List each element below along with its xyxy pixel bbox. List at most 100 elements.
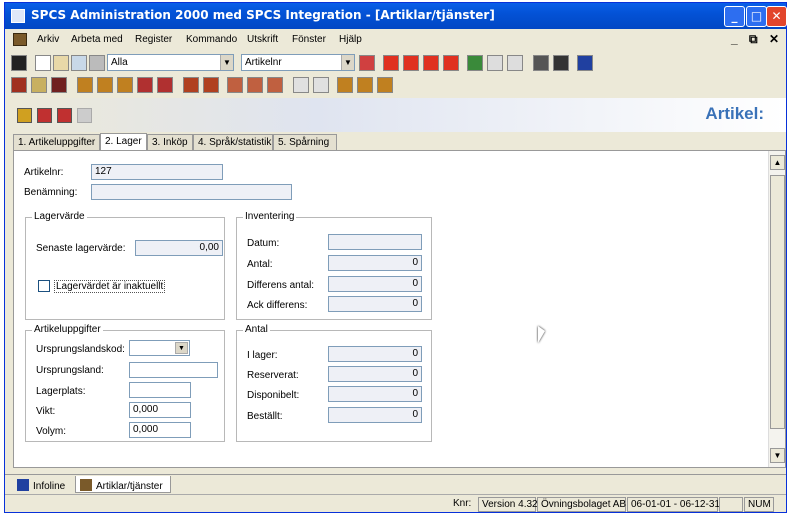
save-icon[interactable] bbox=[553, 55, 569, 71]
senaste-lagervarde-field[interactable]: 0,00 bbox=[135, 240, 223, 256]
copy-icon[interactable] bbox=[71, 55, 87, 71]
volym-field[interactable]: 0,000 bbox=[129, 422, 191, 438]
artikelnr-field[interactable]: 127 bbox=[91, 164, 223, 180]
calendar-icon[interactable] bbox=[31, 77, 47, 93]
tab-artikeluppgifter[interactable]: 1. Artikeluppgifter bbox=[13, 134, 100, 150]
artikeluppgifter-group: Artikeluppgifter Ursprungslandskod: ▼ Ur… bbox=[25, 324, 225, 442]
inventering-antal-field[interactable]: 0 bbox=[328, 255, 422, 271]
ilager-label: I lager: bbox=[247, 350, 278, 361]
tab-lager[interactable]: 2. Lager bbox=[100, 133, 147, 151]
datum-field[interactable] bbox=[328, 234, 422, 250]
bestallt-label: Beställt: bbox=[247, 411, 283, 422]
maximize-button[interactable]: □ bbox=[746, 6, 767, 27]
reserverat-field[interactable]: 0 bbox=[328, 366, 422, 382]
disponibelt-field[interactable]: 0 bbox=[328, 386, 422, 402]
stock-icon[interactable] bbox=[157, 77, 173, 93]
close-button[interactable]: ✕ bbox=[766, 6, 787, 27]
chevron-down-icon[interactable]: ▼ bbox=[220, 55, 233, 70]
scroll-thumb[interactable] bbox=[770, 175, 785, 429]
confirm-icon[interactable] bbox=[487, 55, 503, 71]
print-icon[interactable] bbox=[533, 55, 549, 71]
inventering-antal-label: Antal: bbox=[247, 259, 273, 270]
ledger-icon[interactable] bbox=[203, 77, 219, 93]
scroll-up-icon[interactable]: ▲ bbox=[770, 155, 785, 170]
transfer-icon[interactable] bbox=[247, 77, 263, 93]
bestallt-field[interactable]: 0 bbox=[328, 407, 422, 423]
title-bar[interactable]: SPCS Administration 2000 med SPCS Integr… bbox=[5, 3, 787, 29]
menu-arkiv[interactable]: Arkiv bbox=[37, 34, 59, 45]
tab-inkop[interactable]: 3. Inköp bbox=[147, 134, 193, 150]
doc-restore-button[interactable]: ⧉ bbox=[749, 32, 758, 47]
minimize-button[interactable]: _ bbox=[724, 6, 745, 27]
new-article-icon[interactable] bbox=[17, 108, 32, 123]
lagerplats-field[interactable] bbox=[129, 382, 191, 398]
remove-article-icon[interactable] bbox=[57, 108, 72, 123]
report-icon[interactable] bbox=[227, 77, 243, 93]
search-icon[interactable] bbox=[359, 55, 375, 71]
ursprungsland-label: Ursprungsland: bbox=[36, 365, 104, 376]
new-icon[interactable] bbox=[35, 55, 51, 71]
payment-icon[interactable] bbox=[183, 77, 199, 93]
ilager-field[interactable]: 0 bbox=[328, 346, 422, 362]
chevron-down-icon[interactable]: ▼ bbox=[175, 342, 188, 354]
document-icon[interactable] bbox=[267, 77, 283, 93]
inventering-group: Inventering Datum: Antal: 0 Differens an… bbox=[236, 211, 432, 320]
menu-utskrift[interactable]: Utskrift bbox=[247, 34, 278, 45]
article-icon[interactable] bbox=[137, 77, 153, 93]
lagervardet-inaktuellt-label[interactable]: Lagervärdet är inaktuellt bbox=[54, 280, 166, 293]
archive-icon[interactable] bbox=[377, 77, 393, 93]
list-view-icon[interactable] bbox=[11, 55, 27, 71]
doc-tab-infoline[interactable]: Infoline bbox=[13, 476, 73, 493]
doc-minimize-button[interactable]: _ bbox=[731, 32, 738, 46]
undo-icon[interactable] bbox=[467, 55, 483, 71]
next-record-icon[interactable] bbox=[423, 55, 439, 71]
settings-icon[interactable] bbox=[293, 77, 309, 93]
filter-combo[interactable]: Alla ▼ bbox=[107, 54, 234, 71]
previous-record-icon[interactable] bbox=[403, 55, 419, 71]
chevron-down-icon[interactable]: ▼ bbox=[341, 55, 354, 70]
form-banner: Artikel: bbox=[5, 98, 786, 132]
lagervardet-inaktuellt-checkbox[interactable] bbox=[38, 280, 50, 292]
edit-article-icon[interactable] bbox=[37, 108, 52, 123]
menu-fonster[interactable]: Fönster bbox=[292, 34, 326, 45]
document-menu-icon[interactable] bbox=[13, 33, 27, 46]
form-icon[interactable] bbox=[53, 55, 69, 71]
menu-hjalp[interactable]: Hjälp bbox=[339, 34, 362, 45]
menu-register[interactable]: Register bbox=[135, 34, 172, 45]
tab-sprak-statistik[interactable]: 4. Språk/statistik bbox=[193, 134, 273, 150]
order-icon[interactable] bbox=[97, 77, 113, 93]
info-icon[interactable] bbox=[577, 55, 593, 71]
invoice-icon[interactable] bbox=[117, 77, 133, 93]
export-icon[interactable] bbox=[337, 77, 353, 93]
info-icon bbox=[17, 479, 29, 491]
ack-differens-field[interactable]: 0 bbox=[328, 296, 422, 312]
offer-icon[interactable] bbox=[77, 77, 93, 93]
antal-group: Antal I lager: 0 Reserverat: 0 Disponibe… bbox=[236, 324, 432, 442]
doc-tab-artiklar[interactable]: Artiklar/tjänster bbox=[75, 476, 171, 493]
disabled-action-icon bbox=[77, 108, 92, 123]
vikt-field[interactable]: 0,000 bbox=[129, 402, 191, 418]
tab-sparning[interactable]: 5. Spårning bbox=[273, 134, 337, 150]
vertical-scrollbar[interactable]: ▲ ▼ bbox=[768, 151, 785, 467]
ursprungslandskod-dropdown[interactable]: ▼ bbox=[129, 340, 190, 356]
doc-tab-infoline-label: Infoline bbox=[33, 481, 66, 492]
doc-close-button[interactable]: ✕ bbox=[769, 32, 779, 46]
menu-arbeta-med[interactable]: Arbeta med bbox=[71, 34, 123, 45]
supplier-icon[interactable] bbox=[51, 77, 67, 93]
ursprungsland-field[interactable] bbox=[129, 362, 218, 378]
status-company: Övningsbolaget AB bbox=[537, 497, 626, 512]
sort-combo[interactable]: Artikelnr ▼ bbox=[241, 54, 355, 71]
menu-kommando[interactable]: Kommando bbox=[186, 34, 237, 45]
differens-antal-field[interactable]: 0 bbox=[328, 276, 422, 292]
filter-combo-value: Alla bbox=[111, 57, 128, 68]
ursprungslandskod-label: Ursprungslandskod: bbox=[36, 344, 125, 355]
delete-icon[interactable] bbox=[89, 55, 105, 71]
import-icon[interactable] bbox=[357, 77, 373, 93]
scroll-down-icon[interactable]: ▼ bbox=[770, 448, 785, 463]
first-record-icon[interactable] bbox=[383, 55, 399, 71]
benamning-field[interactable] bbox=[91, 184, 292, 200]
last-record-icon[interactable] bbox=[443, 55, 459, 71]
customer-icon[interactable] bbox=[11, 77, 27, 93]
tool-icon[interactable] bbox=[507, 55, 523, 71]
tools-icon[interactable] bbox=[313, 77, 329, 93]
